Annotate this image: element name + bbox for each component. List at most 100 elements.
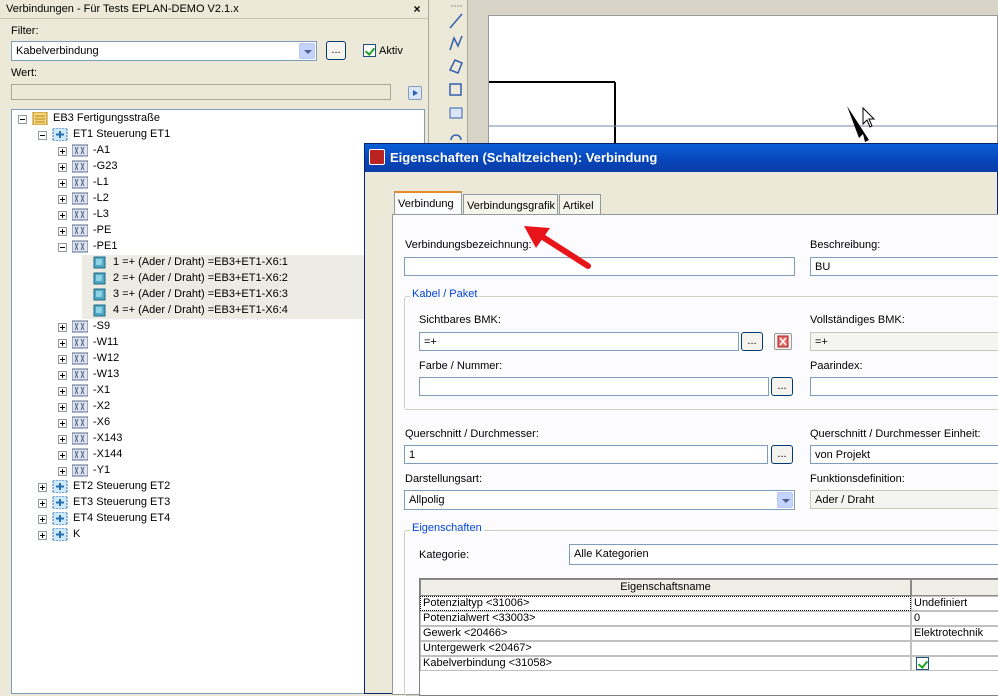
polyline-tool-icon[interactable] [449,35,463,51]
tree-node[interactable]: ET1 Steuerung ET1 [12,127,422,143]
tree-node[interactable]: EB3 Fertigungsstraße [12,111,422,127]
tree-node[interactable]: -S9 [12,319,422,335]
expand-icon[interactable] [38,531,47,540]
tree-node[interactable]: -W13 [12,367,422,383]
table-row[interactable]: Untergewerk <20467> [420,641,998,656]
tree-node[interactable]: -L3 [12,207,422,223]
farbe-nummer-input[interactable] [419,377,769,396]
tab-verbindung[interactable]: Verbindung [394,191,462,216]
column-header-name[interactable]: Eigenschaftsname [420,579,911,596]
property-name-cell: Potenzialwert <33003> [420,611,911,626]
eplan-app-icon [369,149,385,165]
table-row[interactable]: Potenzialtyp <31006> Undefiniert [420,596,998,611]
filter-select[interactable]: Kabelverbindung [11,41,317,61]
wert-input[interactable] [11,84,391,100]
expand-icon[interactable] [58,163,67,172]
dialog-title-bar[interactable]: Eigenschaften (Schaltzeichen): Verbindun… [365,144,998,172]
expand-icon[interactable] [38,515,47,524]
expand-icon[interactable] [58,451,67,460]
darstellungsart-select[interactable]: Allpolig [404,490,795,510]
tree-node[interactable]: -X144 [12,447,422,463]
tree-node[interactable]: -G23 [12,159,422,175]
table-row[interactable]: Kabelverbindung <31058> [420,656,998,671]
expand-icon[interactable] [58,355,67,364]
expand-icon[interactable] [58,323,67,332]
tree-node[interactable]: ET4 Steuerung ET4 [12,511,422,527]
property-value-cell[interactable] [911,641,998,656]
line-tool-icon[interactable] [449,13,463,29]
chevron-down-icon[interactable] [299,43,315,59]
expand-icon[interactable] [58,339,67,348]
property-value-cell[interactable]: 0 [911,611,998,626]
tree-node[interactable]: -L2 [12,191,422,207]
tree-node[interactable]: -X6 [12,415,422,431]
querschnitt-browse-button[interactable]: ... [771,445,793,464]
aktiv-checkbox[interactable] [363,44,376,57]
tree-node[interactable]: -Y1 [12,463,422,479]
tree-node[interactable]: -PE1 [12,239,422,255]
property-value-cell[interactable]: Undefiniert [911,596,998,611]
tree-node[interactable]: -PE [12,223,422,239]
tree-node[interactable]: ET3 Steuerung ET3 [12,495,422,511]
chevron-down-icon[interactable] [777,492,793,508]
collapse-icon[interactable] [38,131,47,140]
tree-node[interactable]: ET2 Steuerung ET2 [12,479,422,495]
sichtbares-bmk-input[interactable]: =+ [419,332,739,351]
property-name-cell: Potenzialtyp <31006> [420,596,911,611]
tree-node[interactable]: -W12 [12,351,422,367]
querschnitt-einheit-select[interactable]: von Projekt [810,445,998,464]
expand-icon[interactable] [58,419,67,428]
tree-node[interactable]: -X1 [12,383,422,399]
property-value-cell[interactable]: Elektrotechnik [911,626,998,641]
expand-icon[interactable] [38,483,47,492]
tab-artikel[interactable]: Artikel [559,194,601,216]
expand-icon[interactable] [58,195,67,204]
properties-table[interactable]: Eigenschaftsname Potenzialtyp <31006> Und… [419,578,998,696]
expand-icon[interactable] [58,467,67,476]
paarindex-input[interactable] [810,377,998,396]
device-icon [71,208,89,221]
expand-icon[interactable] [58,227,67,236]
property-value-cell[interactable] [911,656,998,671]
property-checkbox[interactable] [916,657,929,670]
column-header-value[interactable] [911,579,998,596]
kategorie-select[interactable]: Alle Kategorien [569,544,998,565]
expand-icon[interactable] [58,435,67,444]
beschreibung-value: BU [815,261,831,273]
expand-icon[interactable] [58,371,67,380]
collapse-icon[interactable] [18,115,27,124]
filter-browse-button[interactable]: ... [326,41,346,60]
expand-icon[interactable] [38,499,47,508]
expand-icon[interactable] [58,403,67,412]
tab-verbindungsgrafik[interactable]: Verbindungsgrafik [463,194,558,216]
farbe-browse-button[interactable]: ... [771,377,793,396]
expand-icon[interactable] [58,211,67,220]
expand-icon[interactable] [58,387,67,396]
table-row[interactable]: Potenzialwert <33003> 0 [420,611,998,626]
table-row[interactable]: Gewerk <20466> Elektrotechnik [420,626,998,641]
beschreibung-input[interactable]: BU [810,257,998,276]
circle-tool-icon[interactable] [450,134,462,140]
tree-node[interactable]: K [12,527,422,543]
delete-icon[interactable] [774,333,792,350]
tree-node[interactable]: -X2 [12,399,422,415]
querschnitt-input[interactable]: 1 [404,445,768,464]
rectangle-tool-icon[interactable] [449,83,462,96]
tree-node-label: -W12 [93,352,120,364]
expand-icon[interactable] [58,147,67,156]
image-tool-icon[interactable] [449,107,463,119]
tree-node-label: -Y1 [93,464,111,476]
connection-icon [92,304,108,317]
tree-node[interactable]: -A1 [12,143,422,159]
tree-node[interactable]: -X143 [12,431,422,447]
sichtbares-bmk-browse-button[interactable]: ... [741,332,763,351]
tree-node[interactable]: -L1 [12,175,422,191]
device-icon [71,320,89,333]
connection-tree[interactable]: EB3 Fertigungsstraße ET1 Steuerung ET1 -A1… [11,109,425,694]
apply-arrow-icon[interactable] [408,86,422,100]
tree-node[interactable]: -W11 [12,335,422,351]
close-icon[interactable]: × [410,3,424,16]
polygon-tool-icon[interactable] [448,59,463,74]
collapse-icon[interactable] [58,243,67,252]
expand-icon[interactable] [58,179,67,188]
